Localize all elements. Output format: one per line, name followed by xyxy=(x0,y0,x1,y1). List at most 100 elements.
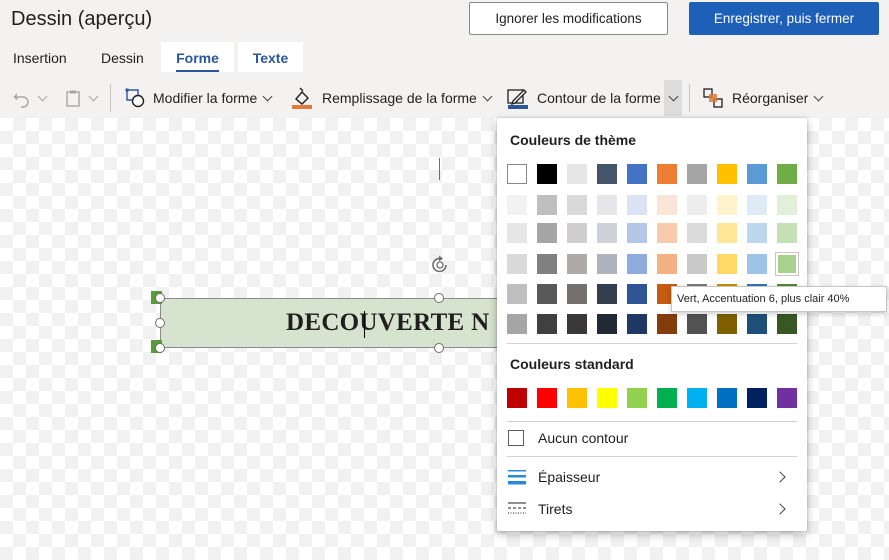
standard-color-swatch[interactable] xyxy=(777,388,797,408)
tab-texte[interactable]: Texte xyxy=(238,42,303,72)
tab-forme[interactable]: Forme xyxy=(161,42,234,72)
standard-color-swatch[interactable] xyxy=(687,388,707,408)
chevron-down-icon xyxy=(813,91,824,101)
theme-color-swatch[interactable] xyxy=(627,284,647,304)
theme-color-swatch[interactable] xyxy=(717,314,737,334)
line-weight-icon xyxy=(508,470,526,485)
theme-color-swatch[interactable] xyxy=(597,195,617,215)
resize-handle-bottom-left[interactable] xyxy=(155,343,165,353)
theme-color-swatch[interactable] xyxy=(567,195,587,215)
theme-color-swatch[interactable] xyxy=(776,253,798,275)
resize-handle-top[interactable] xyxy=(434,293,444,303)
standard-color-swatch[interactable] xyxy=(597,388,617,408)
dropdown-divider xyxy=(507,343,797,344)
chevron-down-icon xyxy=(37,91,48,101)
theme-color-swatch[interactable] xyxy=(717,195,737,215)
dashes-label: Tirets xyxy=(538,501,573,517)
undo-button[interactable] xyxy=(12,80,48,116)
theme-color-swatch[interactable] xyxy=(627,223,647,243)
pen-outline-icon xyxy=(507,89,528,109)
paste-button[interactable] xyxy=(63,80,99,116)
theme-color-swatch[interactable] xyxy=(597,223,617,243)
standard-color-swatch[interactable] xyxy=(507,388,527,408)
rotate-handle[interactable] xyxy=(429,254,451,281)
theme-color-swatch[interactable] xyxy=(627,164,647,184)
theme-color-swatch[interactable] xyxy=(507,314,527,334)
theme-color-swatch[interactable] xyxy=(747,164,767,184)
modify-shape-button[interactable]: Modifier la forme xyxy=(124,80,273,116)
theme-color-swatch[interactable] xyxy=(537,314,557,334)
rotate-icon xyxy=(432,255,447,273)
theme-color-swatch[interactable] xyxy=(507,284,527,304)
theme-color-swatch[interactable] xyxy=(747,254,767,274)
theme-color-swatch[interactable] xyxy=(777,314,797,334)
rotation-stem xyxy=(439,158,440,180)
theme-color-swatch[interactable] xyxy=(717,164,737,184)
theme-color-swatch[interactable] xyxy=(537,254,557,274)
theme-color-swatch[interactable] xyxy=(567,254,587,274)
discard-changes-button[interactable]: Ignorer les modifications xyxy=(469,2,668,35)
theme-color-swatch[interactable] xyxy=(507,223,527,243)
no-outline-option[interactable]: Aucun contour xyxy=(508,425,798,451)
theme-color-swatch[interactable] xyxy=(537,284,557,304)
tab-dessin[interactable]: Dessin xyxy=(88,42,157,72)
theme-color-swatch[interactable] xyxy=(597,164,617,184)
arrange-button[interactable]: Réorganiser xyxy=(702,80,824,116)
theme-color-swatch[interactable] xyxy=(687,314,707,334)
theme-color-swatch[interactable] xyxy=(627,195,647,215)
theme-color-swatch[interactable] xyxy=(567,314,587,334)
theme-color-swatch[interactable] xyxy=(687,254,707,274)
shape-fill-button[interactable]: Remplissage de la forme xyxy=(291,80,493,116)
tab-insertion[interactable]: Insertion xyxy=(0,42,80,72)
resize-handle-bottom[interactable] xyxy=(434,343,444,353)
checkbox-empty-icon xyxy=(508,430,524,446)
theme-color-swatch[interactable] xyxy=(507,164,527,184)
theme-color-swatch[interactable] xyxy=(567,164,587,184)
theme-color-swatch[interactable] xyxy=(777,164,797,184)
theme-color-swatch[interactable] xyxy=(627,254,647,274)
theme-color-swatch[interactable] xyxy=(537,164,557,184)
theme-color-swatch[interactable] xyxy=(657,314,677,334)
standard-color-swatch[interactable] xyxy=(627,388,647,408)
resize-handle-left[interactable] xyxy=(155,318,165,328)
theme-color-swatch[interactable] xyxy=(747,314,767,334)
standard-color-swatch[interactable] xyxy=(657,388,677,408)
theme-color-swatch[interactable] xyxy=(507,254,527,274)
theme-color-swatch[interactable] xyxy=(657,195,677,215)
chevron-down-icon xyxy=(88,91,99,101)
theme-color-swatch[interactable] xyxy=(537,223,557,243)
outline-dropdown-toggle[interactable] xyxy=(664,80,682,116)
theme-color-swatch[interactable] xyxy=(597,314,617,334)
theme-color-swatch[interactable] xyxy=(717,223,737,243)
save-and-close-button[interactable]: Enregistrer, puis fermer xyxy=(689,2,879,35)
theme-color-swatch[interactable] xyxy=(657,223,677,243)
theme-color-swatch[interactable] xyxy=(777,195,797,215)
theme-color-swatch[interactable] xyxy=(657,254,677,274)
standard-color-swatch[interactable] xyxy=(717,388,737,408)
standard-color-swatch[interactable] xyxy=(747,388,767,408)
theme-color-swatch[interactable] xyxy=(687,223,707,243)
resize-handle-top-left[interactable] xyxy=(155,293,165,303)
dashes-option[interactable]: Tirets xyxy=(508,496,798,522)
shape-text[interactable]: DECOUVERTE N xyxy=(286,309,489,337)
theme-color-swatch[interactable] xyxy=(537,195,557,215)
theme-color-swatch[interactable] xyxy=(567,284,587,304)
shape-outline-button[interactable]: Contour de la forme xyxy=(507,80,661,116)
theme-color-swatch[interactable] xyxy=(597,284,617,304)
theme-color-swatch[interactable] xyxy=(687,164,707,184)
theme-color-swatch[interactable] xyxy=(657,164,677,184)
theme-color-swatch[interactable] xyxy=(567,223,587,243)
theme-color-swatch[interactable] xyxy=(747,195,767,215)
theme-color-swatch[interactable] xyxy=(507,195,527,215)
theme-colors-header: Couleurs de thème xyxy=(510,132,637,148)
theme-color-swatch[interactable] xyxy=(717,254,737,274)
standard-color-swatch[interactable] xyxy=(537,388,557,408)
theme-color-swatch[interactable] xyxy=(627,314,647,334)
theme-color-swatch[interactable] xyxy=(747,223,767,243)
weight-label: Épaisseur xyxy=(538,469,601,485)
theme-color-swatch[interactable] xyxy=(687,195,707,215)
theme-color-swatch[interactable] xyxy=(597,254,617,274)
theme-color-swatch[interactable] xyxy=(777,223,797,243)
standard-color-swatch[interactable] xyxy=(567,388,587,408)
weight-option[interactable]: Épaisseur xyxy=(508,464,798,490)
